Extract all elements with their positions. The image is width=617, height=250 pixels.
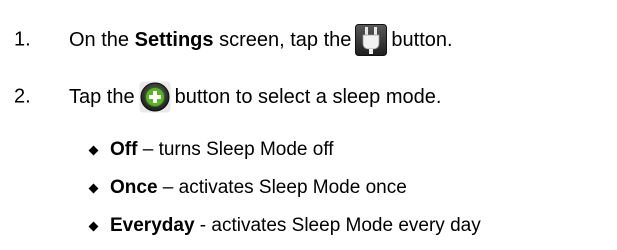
bullet-diamond-icon bbox=[88, 183, 99, 194]
step-text-after: button to select a sleep mode. bbox=[174, 85, 442, 108]
bullet-diamond-icon bbox=[88, 221, 99, 232]
option-text: Off – turns Sleep Mode off bbox=[110, 139, 334, 161]
option-text: Once – activates Sleep Mode once bbox=[110, 177, 407, 199]
step-number: 2. bbox=[14, 85, 31, 108]
option-name: Off bbox=[110, 139, 138, 160]
option-name: Once bbox=[110, 177, 158, 198]
step-1-text: On the Settings screen, tap the button. bbox=[69, 24, 453, 56]
step-2-text: Tap the button to select a sleep mode. bbox=[69, 81, 441, 113]
step-number: 1. bbox=[14, 28, 31, 51]
option-separator: – bbox=[157, 177, 179, 198]
sleep-mode-plug-icon bbox=[355, 24, 388, 56]
option-separator: – bbox=[137, 139, 159, 160]
option-separator: - bbox=[194, 215, 212, 236]
plus-circle-icon bbox=[139, 81, 171, 113]
step-text-after: button. bbox=[391, 28, 453, 51]
option-description: activates Sleep Mode every day bbox=[211, 215, 481, 236]
step-text-middle: screen, tap the bbox=[213, 28, 352, 51]
option-description: turns Sleep Mode off bbox=[158, 139, 334, 160]
step-text-before: Tap the bbox=[69, 85, 135, 108]
bullet-diamond-icon bbox=[88, 145, 99, 156]
settings-label: Settings bbox=[134, 28, 214, 51]
option-description: activates Sleep Mode once bbox=[178, 177, 407, 198]
step-text-before: On the bbox=[69, 28, 135, 51]
option-text: Everyday - activates Sleep Mode every da… bbox=[110, 215, 481, 237]
option-name: Everyday bbox=[110, 215, 195, 236]
